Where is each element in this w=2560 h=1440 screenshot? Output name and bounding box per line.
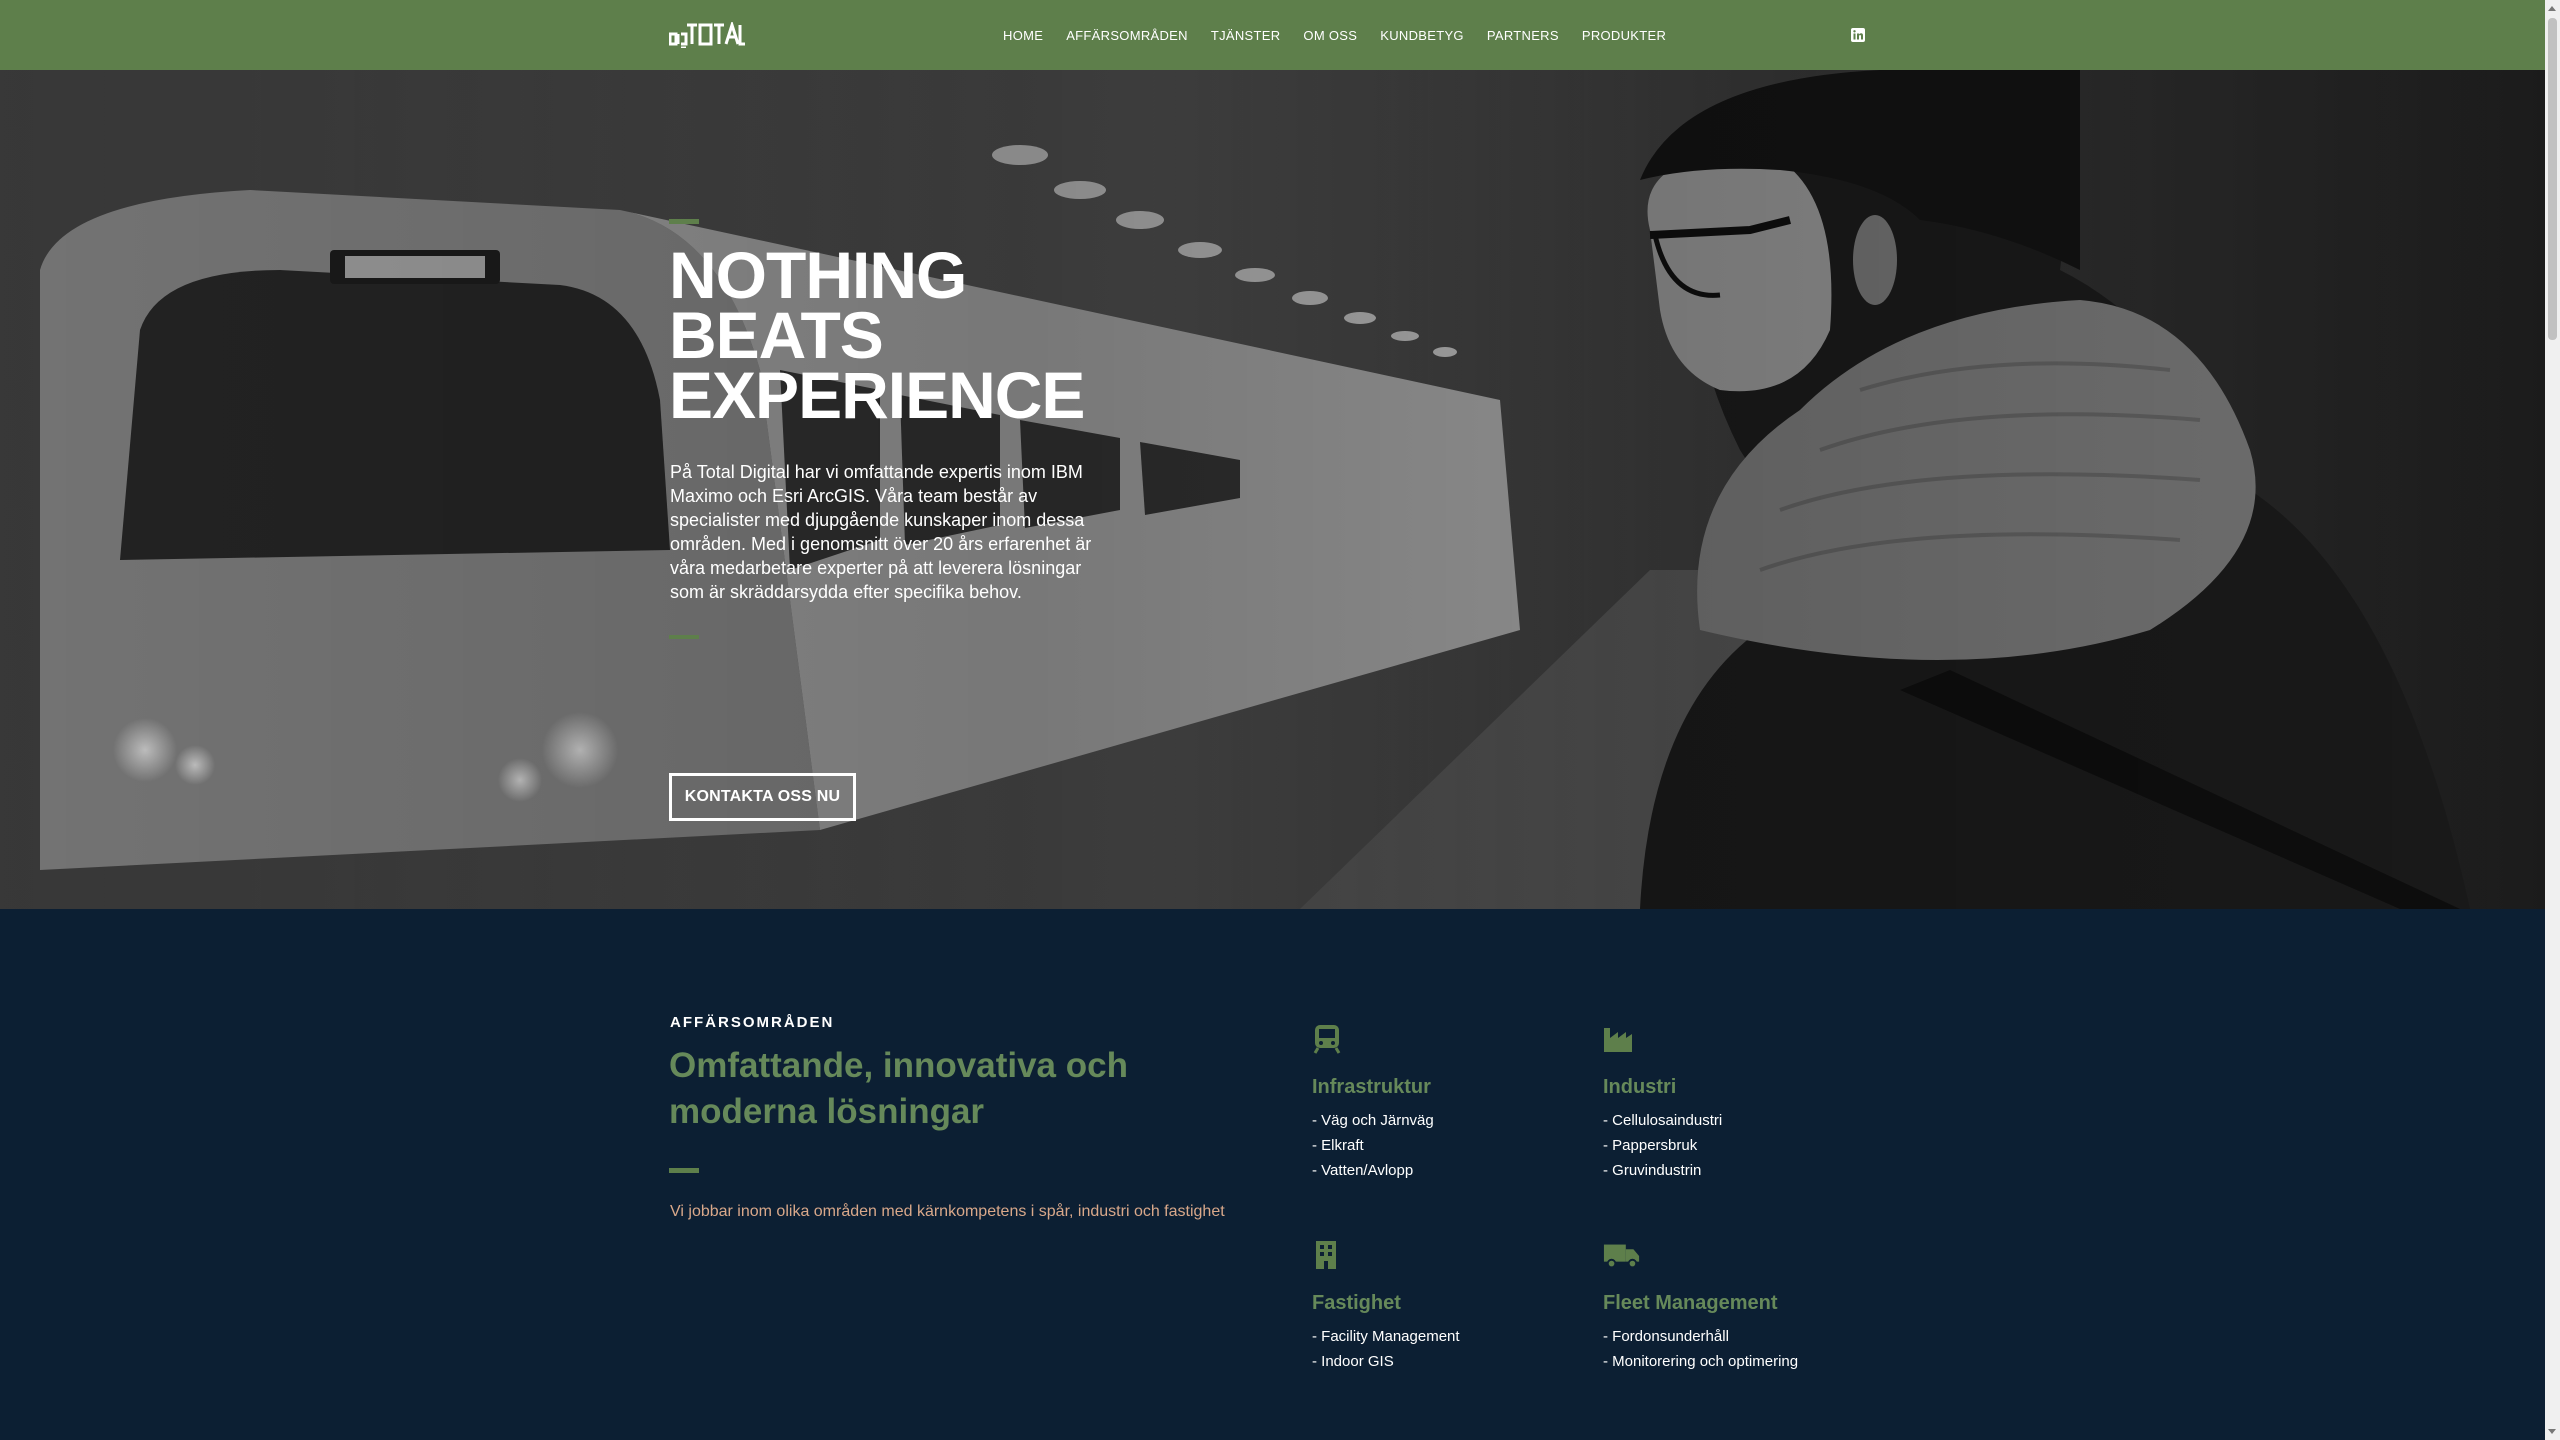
scroll-down-arrow-icon[interactable] [2548, 1429, 2556, 1434]
nav-affarsomraden[interactable]: AFFÄRSOMRÅDEN [1066, 28, 1188, 43]
card-list: - Fordonsunderhåll - Monitorering och op… [1603, 1324, 1798, 1374]
card-title: Industri [1603, 1076, 1677, 1098]
train-icon [1313, 1025, 1341, 1054]
list-item: - Vatten/Avlopp [1312, 1162, 1414, 1179]
scroll-up-arrow-icon[interactable] [2548, 6, 2556, 11]
nav-produkter[interactable]: PRODUKTER [1582, 28, 1666, 43]
hero-accent-line [669, 219, 699, 224]
top-navbar: HOME AFFÄRSOMRÅDEN TJÄNSTER OM OSS KUNDB… [0, 0, 2545, 70]
card-list: - Väg och Järnväg - Elkraft - Vatten/Avl… [1312, 1108, 1434, 1183]
card-title: Infrastruktur [1312, 1076, 1431, 1098]
card-title: Fleet Management [1603, 1292, 1778, 1314]
list-item: - Elkraft [1312, 1137, 1364, 1154]
nav-tjanster[interactable]: TJÄNSTER [1211, 28, 1281, 43]
card-list: - Cellulosaindustri - Pappersbruk - Gruv… [1603, 1108, 1722, 1183]
card-title: Fastighet [1312, 1292, 1401, 1314]
business-areas-section: AFFÄRSOMRÅDEN Omfattande, innovativa och… [0, 909, 2545, 1440]
card-fastighet: Fastighet - Facility Management - Indoor… [1312, 1240, 1572, 1370]
nav-home[interactable]: HOME [1003, 28, 1043, 43]
nav-partners[interactable]: PARTNERS [1487, 28, 1559, 43]
list-item: - Monitorering och optimering [1603, 1353, 1799, 1370]
building-icon [1316, 1241, 1336, 1269]
linkedin-icon[interactable] [1851, 28, 1865, 42]
card-infrastruktur: Infrastruktur - Väg och Järnväg - Elkraf… [1312, 1024, 1572, 1179]
page-scrollbar[interactable] [2545, 0, 2560, 1440]
nav-om-oss[interactable]: OM OSS [1303, 28, 1357, 43]
nav-kundbetyg[interactable]: KUNDBETYG [1380, 28, 1464, 43]
list-item: - Facility Management [1312, 1328, 1460, 1345]
section-description: Vi jobbar inom olika områden med kärnkom… [670, 1203, 1225, 1220]
contact-us-button[interactable]: KONTAKTA OSS NU [669, 773, 856, 821]
section-eyebrow: AFFÄRSOMRÅDEN [670, 1014, 835, 1031]
list-item: - Cellulosaindustri [1603, 1112, 1723, 1129]
hero-title-line-3: EXPERIENCE [669, 358, 1085, 432]
list-item: - Väg och Järnväg [1312, 1112, 1434, 1129]
factory-icon [1604, 1028, 1632, 1052]
section-accent-line [669, 1168, 699, 1173]
hero-description: På Total Digital har vi omfattande exper… [670, 462, 1092, 602]
list-item: - Indoor GIS [1312, 1353, 1394, 1370]
hero-section: NOTHING BEATS EXPERIENCE På Total Digita… [0, 70, 2545, 909]
hero-background-photo [0, 70, 2545, 909]
truck-icon [1603, 1244, 1640, 1269]
card-fleet-management: Fleet Management - Fordonsunderhåll - Mo… [1603, 1240, 1863, 1370]
section-title: Omfattande, innovativa och moderna lösni… [669, 1046, 1128, 1131]
card-industri: Industri - Cellulosaindustri - Pappersbr… [1603, 1024, 1863, 1179]
list-item: - Gruvindustrin [1603, 1162, 1702, 1179]
main-nav: HOME AFFÄRSOMRÅDEN TJÄNSTER OM OSS KUNDB… [1003, 0, 1689, 70]
list-item: - Fordonsunderhåll [1603, 1328, 1729, 1345]
list-item: - Pappersbruk [1603, 1137, 1698, 1154]
scrollbar-thumb[interactable] [2548, 18, 2557, 340]
hero-title: NOTHING BEATS EXPERIENCE [669, 242, 1369, 428]
hero-accent-line-small [669, 635, 699, 639]
card-list: - Facility Management - Indoor GIS [1312, 1324, 1460, 1374]
total-digital-logo[interactable] [669, 22, 745, 48]
